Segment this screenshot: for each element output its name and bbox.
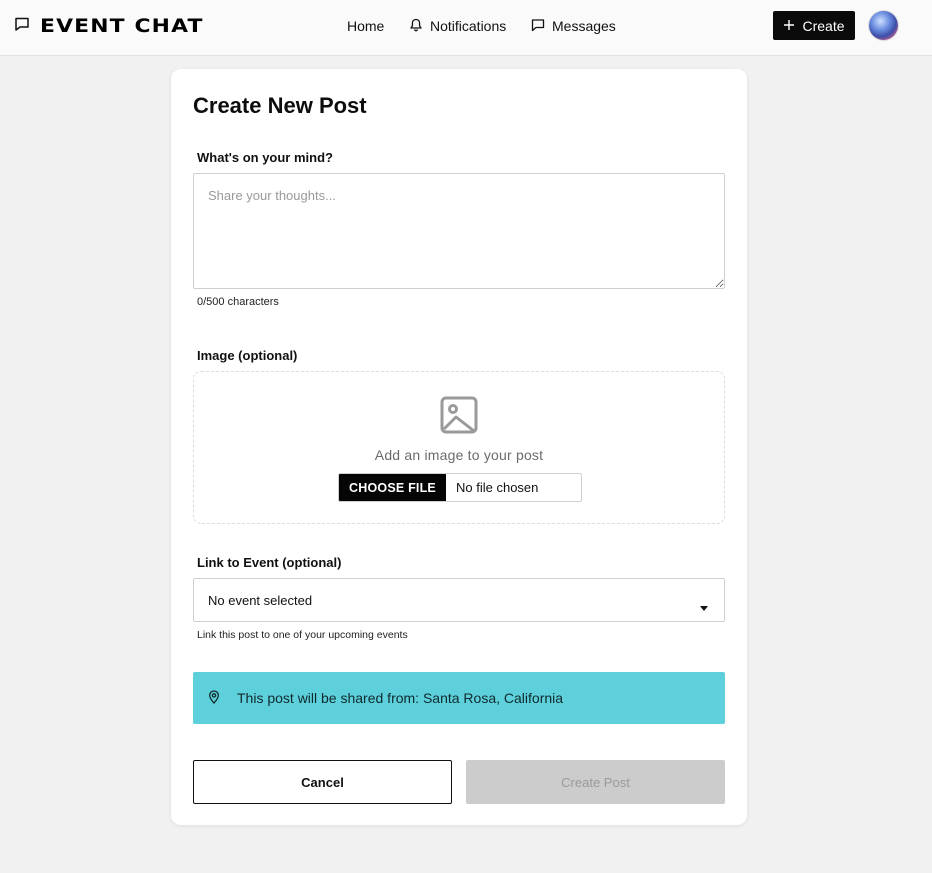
bell-icon bbox=[409, 18, 423, 35]
event-select-value: No event selected bbox=[208, 592, 313, 608]
cancel-button[interactable]: Cancel bbox=[193, 760, 452, 804]
create-post-card: Create New Post What's on your mind? 0/5… bbox=[171, 69, 747, 825]
event-hint: Link this post to one of your upcoming e… bbox=[197, 629, 408, 641]
top-nav-bar: EVENT CHAT Home Notifications Messages C… bbox=[0, 0, 932, 56]
file-input[interactable]: CHOOSE FILE No file chosen bbox=[338, 473, 582, 502]
map-pin-icon bbox=[207, 689, 221, 707]
image-icon bbox=[440, 396, 478, 439]
image-dropzone[interactable]: Add an image to your post CHOOSE FILE No… bbox=[193, 371, 725, 524]
nav-home-label: Home bbox=[347, 18, 385, 34]
plus-icon bbox=[783, 18, 795, 34]
create-post-button[interactable]: Create Post bbox=[466, 760, 725, 804]
image-label: Image (optional) bbox=[197, 348, 298, 363]
event-select[interactable]: No event selected bbox=[193, 578, 725, 622]
image-prompt: Add an image to your post bbox=[374, 447, 544, 463]
nav-notifications-label: Notifications bbox=[430, 18, 507, 34]
page-title: Create New Post bbox=[193, 93, 367, 118]
file-status: No file chosen bbox=[456, 480, 539, 495]
content-label: What's on your mind? bbox=[197, 150, 333, 165]
brand-title: EVENT CHAT bbox=[40, 15, 204, 37]
message-icon bbox=[531, 18, 545, 35]
brand[interactable]: EVENT CHAT bbox=[14, 14, 202, 38]
create-button[interactable]: Create bbox=[773, 11, 855, 40]
nav-messages[interactable]: Messages bbox=[531, 14, 616, 38]
character-counter: 0/500 characters bbox=[197, 296, 279, 308]
post-content-textarea[interactable] bbox=[193, 173, 725, 289]
choose-file-button[interactable]: CHOOSE FILE bbox=[339, 474, 446, 501]
chat-bubble-icon bbox=[14, 16, 30, 37]
caret-down-icon bbox=[700, 599, 708, 614]
location-text: This post will be shared from: Santa Ros… bbox=[237, 690, 564, 706]
event-label: Link to Event (optional) bbox=[197, 555, 342, 570]
location-banner: This post will be shared from: Santa Ros… bbox=[193, 672, 725, 724]
create-button-label: Create bbox=[802, 17, 845, 34]
nav-messages-label: Messages bbox=[552, 18, 616, 34]
user-avatar[interactable] bbox=[869, 11, 898, 40]
nav-notifications[interactable]: Notifications bbox=[409, 14, 506, 38]
nav-home[interactable]: Home bbox=[347, 14, 384, 38]
